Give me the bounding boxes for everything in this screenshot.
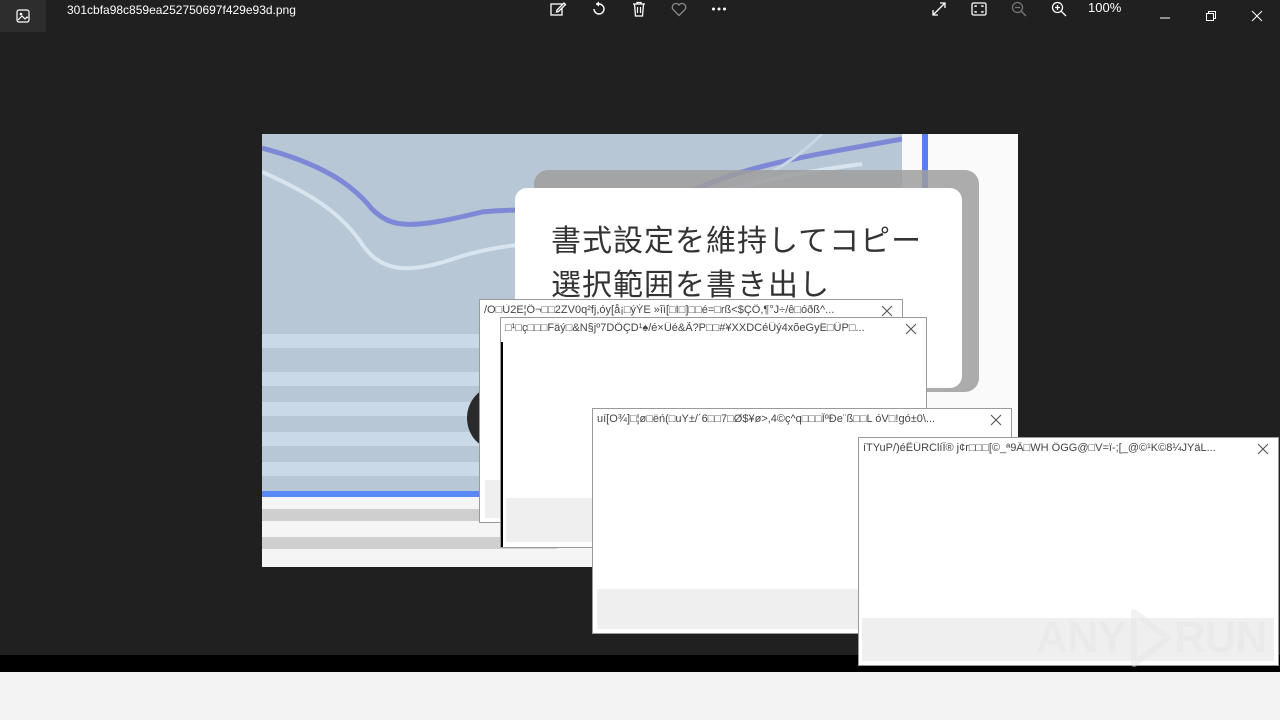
close-icon[interactable] (1257, 443, 1269, 455)
image-menu-text: 選択範囲を書き出し (551, 268, 830, 303)
file-name: 301cbfa98c859ea252750697f429e93d.png (67, 3, 296, 17)
dialog-left-edge (501, 342, 503, 547)
zoom-level[interactable]: 100% (1088, 0, 1121, 16)
photos-app-icon[interactable] (0, 0, 46, 32)
edit-image-icon[interactable] (546, 0, 570, 18)
close-icon[interactable] (881, 305, 893, 317)
dialog-title: □¹□ç□□□Fäý□&N§jº7DÖÇD¹♠/é×Üé&Ã?P□□#¥XXDC… (505, 322, 865, 334)
fit-to-window-icon[interactable] (967, 0, 991, 18)
anyrun-watermark: ANY RUN (1036, 608, 1267, 668)
minimize-icon[interactable] (1142, 0, 1188, 32)
close-icon[interactable] (990, 414, 1002, 426)
dialog-title: /O□Ù2E¦Ö¬□□2ZV0q²fj,óy[å¡□ýÝE »îì[□I□]□□… (484, 304, 835, 316)
dialog-title: íTYuP/)éÊÜRClíÎ® j¢r□□□[©_ª9Â□WH ÔGG@□V=… (863, 442, 1216, 454)
restore-icon[interactable] (1188, 0, 1234, 32)
zoom-out-icon[interactable] (1007, 0, 1031, 18)
favorite-icon[interactable] (667, 0, 691, 18)
image-menu-text: 書式設定を維持してコピー (551, 224, 923, 259)
rotate-icon[interactable] (587, 0, 611, 18)
delete-icon[interactable] (627, 0, 651, 18)
filmstrip-area (0, 672, 1280, 720)
close-icon[interactable] (1234, 0, 1280, 32)
zoom-in-icon[interactable] (1047, 0, 1071, 18)
more-icon[interactable] (707, 0, 731, 18)
dialog-title: uí[O¾]□¦ø□ëń(□uY±/´6□□7□Ø$¥ø>,4©ç^q□□□Îº… (597, 413, 936, 425)
watermark-text: ANY (1036, 613, 1127, 662)
title-bar: 301cbfa98c859ea252750697f429e93d.png 100… (0, 0, 1280, 32)
image-gray-bar (262, 509, 492, 521)
close-icon[interactable] (905, 323, 917, 335)
fullscreen-icon[interactable] (927, 0, 951, 18)
play-logo-icon (1130, 609, 1171, 667)
watermark-text: RUN (1173, 613, 1267, 662)
